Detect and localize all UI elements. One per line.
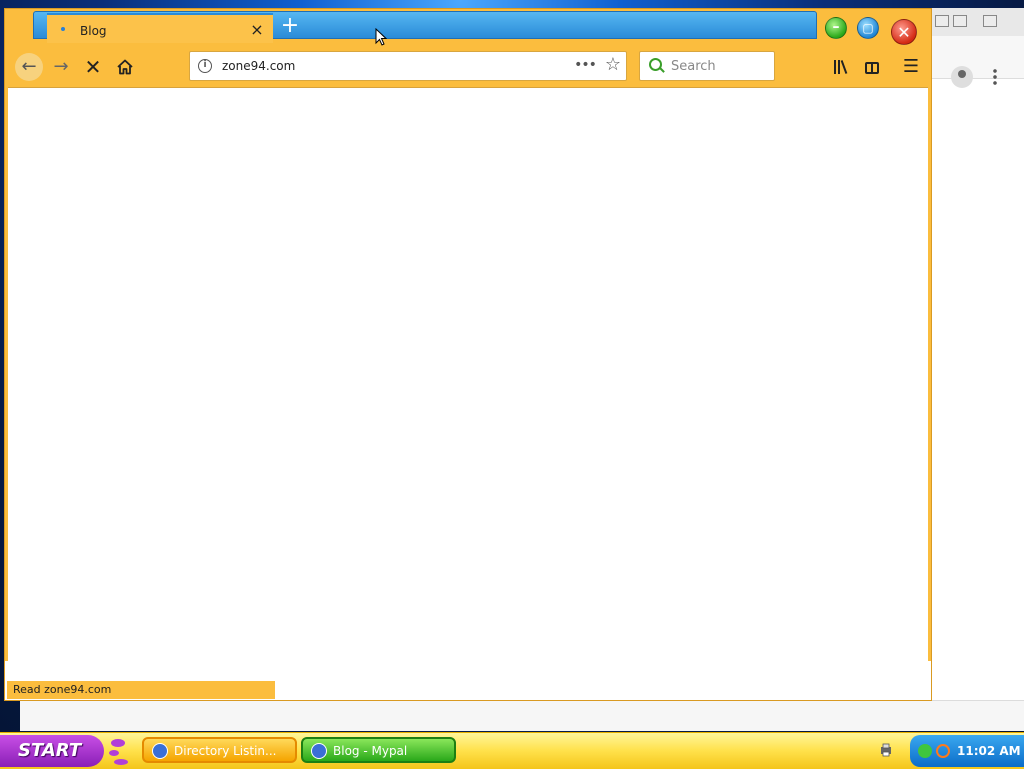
stop-icon: ✕ xyxy=(84,55,102,79)
sidebar-button[interactable] xyxy=(858,53,886,81)
url-bar[interactable]: i zone94.com ••• ☆ xyxy=(189,51,627,81)
status-text: Read zone94.com xyxy=(7,681,275,699)
background-maximize-icon[interactable] xyxy=(953,15,967,27)
close-icon: ✕ xyxy=(897,23,911,42)
library-button[interactable] xyxy=(827,53,855,81)
clock[interactable]: 11:02 AM xyxy=(957,744,1021,758)
tab-favicon-icon xyxy=(61,27,65,31)
tab-title: Blog xyxy=(80,24,107,38)
search-tray-icon[interactable] xyxy=(936,744,950,758)
new-tab-button[interactable]: + xyxy=(279,15,301,38)
tab-close-icon[interactable]: × xyxy=(247,20,267,40)
stop-button[interactable]: ✕ xyxy=(79,53,107,81)
home-button[interactable] xyxy=(111,53,139,81)
star-icon[interactable]: ☆ xyxy=(602,54,624,76)
taskbar-item-blog[interactable]: Blog - Mypal xyxy=(301,737,456,763)
search-bar[interactable]: Search xyxy=(639,51,775,81)
close-window-button[interactable]: ✕ xyxy=(891,19,917,45)
search-placeholder: Search xyxy=(671,59,716,74)
background-titlebar xyxy=(931,8,1024,36)
tab-blog[interactable]: Blog × xyxy=(47,13,273,43)
network-icon[interactable] xyxy=(918,744,932,758)
back-arrow-icon: ← xyxy=(21,56,37,77)
background-window-bottom xyxy=(20,700,1024,731)
url-text[interactable]: zone94.com xyxy=(222,59,295,73)
taskbar-item-directory[interactable]: Directory Listin... xyxy=(142,737,297,763)
browser-app-icon xyxy=(311,743,327,759)
minimize-button[interactable]: – xyxy=(825,17,847,39)
hamburger-menu-icon: ☰ xyxy=(902,56,920,77)
info-icon[interactable]: i xyxy=(198,59,212,73)
page-content[interactable] xyxy=(8,87,928,662)
background-toolbar xyxy=(931,36,1024,79)
start-button[interactable]: START xyxy=(0,735,104,767)
status-area: Read zone94.com xyxy=(5,661,931,700)
system-tray: 11:02 AM xyxy=(910,735,1024,767)
page-actions-icon[interactable]: ••• xyxy=(574,55,597,77)
printer-icon[interactable] xyxy=(880,743,892,757)
background-close-icon[interactable] xyxy=(983,15,997,27)
menu-button[interactable]: ☰ xyxy=(897,53,925,81)
minimize-icon: – xyxy=(832,19,840,35)
navigation-toolbar: ← → ✕ i zone94.com ••• ☆ Search ☰ xyxy=(5,47,931,85)
home-icon xyxy=(117,59,133,75)
back-button[interactable]: ← xyxy=(15,53,43,81)
forward-arrow-icon: → xyxy=(53,56,69,77)
forward-button[interactable]: → xyxy=(47,53,75,81)
browser-window: Blog × + – ▢ ✕ ← → ✕ i zone94.com ••• ☆ … xyxy=(4,8,932,701)
kebab-menu-icon[interactable] xyxy=(993,68,997,86)
background-browser-window[interactable] xyxy=(930,8,1024,730)
start-decoration-icon xyxy=(109,739,128,765)
background-minimize-icon[interactable] xyxy=(935,15,949,27)
sidebar-icon xyxy=(865,62,879,74)
background-page-content xyxy=(931,79,1024,730)
maximize-button[interactable]: ▢ xyxy=(857,17,879,39)
maximize-icon: ▢ xyxy=(862,21,874,35)
browser-app-icon xyxy=(152,743,168,759)
library-icon xyxy=(834,60,848,74)
taskbar: START Directory Listin... Blog - Mypal 1… xyxy=(0,732,1024,769)
mouse-cursor-icon xyxy=(375,28,387,46)
profile-avatar-icon[interactable] xyxy=(951,66,973,88)
taskbar-item-label: Blog - Mypal xyxy=(333,744,408,758)
taskbar-item-label: Directory Listin... xyxy=(174,744,277,758)
search-icon xyxy=(649,58,662,71)
